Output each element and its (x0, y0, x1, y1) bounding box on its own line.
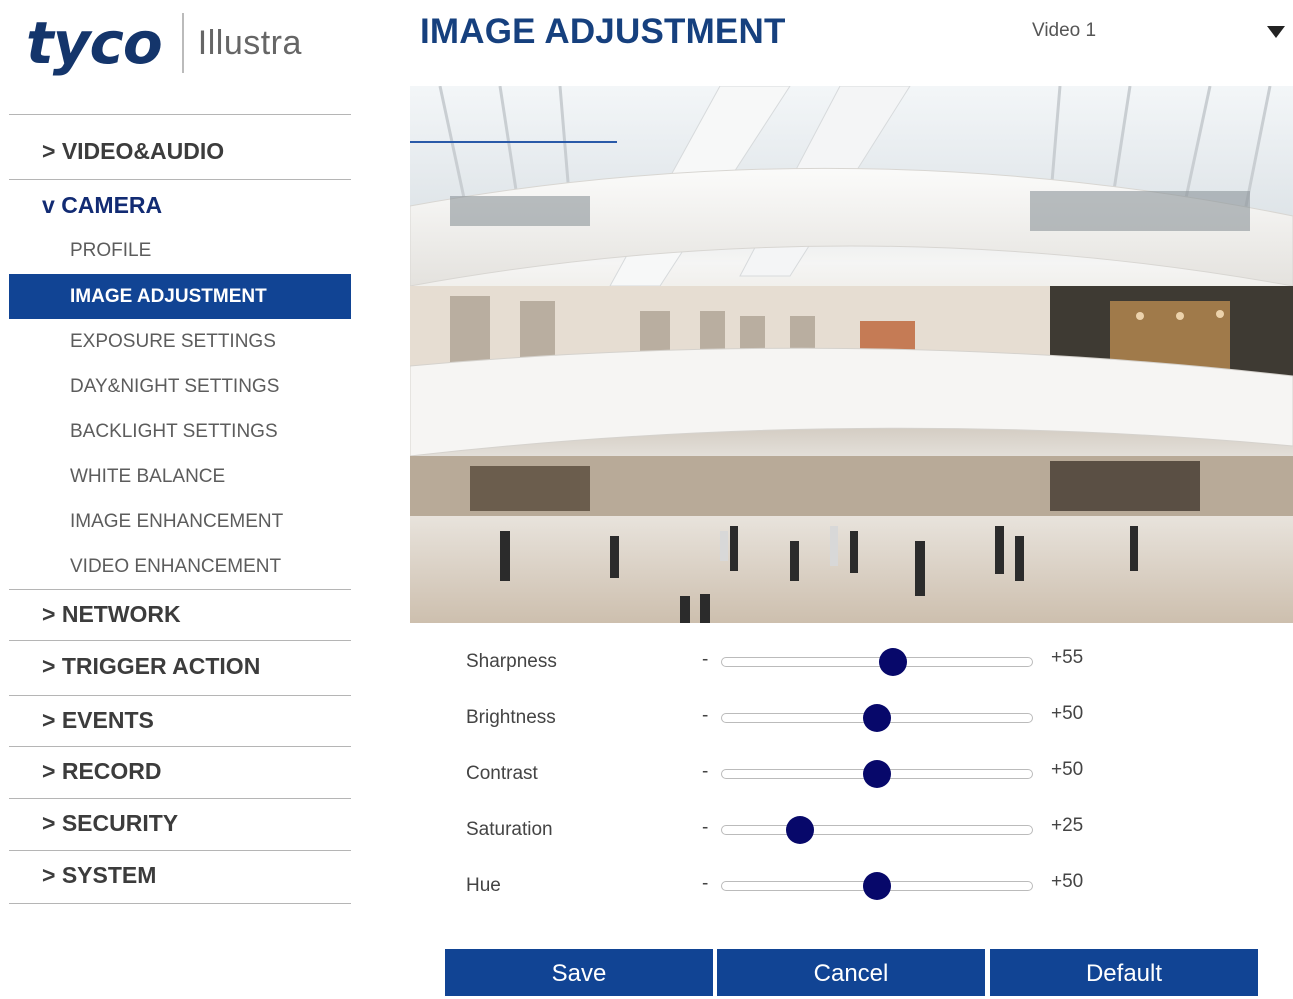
sidebar-section-record[interactable]: > RECORD (9, 747, 351, 798)
slider-value: +50 (1051, 871, 1084, 892)
minus-sign: - (702, 873, 709, 894)
slider-label: Hue (466, 875, 501, 896)
save-button[interactable]: Save (445, 949, 713, 996)
cancel-button[interactable]: Cancel (717, 949, 985, 996)
slider-thumb[interactable] (878, 648, 907, 676)
sidebar-section-trigger-action[interactable]: > TRIGGER ACTION (9, 641, 351, 695)
sidebar-section-video-audio[interactable]: > VIDEO&AUDIO (9, 115, 351, 179)
brightness-slider[interactable] (721, 704, 1033, 732)
minus-sign: - (702, 761, 709, 782)
slider-label: Saturation (466, 819, 553, 840)
default-button[interactable]: Default (990, 949, 1258, 996)
hue-slider[interactable] (721, 872, 1033, 900)
sidebar-section-camera[interactable]: v CAMERA (9, 180, 351, 229)
sidebar-section-network[interactable]: > NETWORK (9, 590, 351, 640)
sidebar-item-image-adjustment[interactable]: IMAGE ADJUSTMENT (9, 274, 351, 319)
slider-thumb[interactable] (863, 872, 891, 900)
section-label: > TRIGGER ACTION (42, 653, 261, 679)
sidebar-item-exposure-settings[interactable]: EXPOSURE SETTINGS (9, 319, 351, 364)
section-label: > SYSTEM (42, 862, 157, 888)
slider-row-saturation: Saturation - +25 (466, 815, 1166, 845)
logo: tyco Illustra (26, 8, 302, 78)
sidebar-item-video-enhancement[interactable]: VIDEO ENHANCEMENT (9, 544, 351, 589)
sidebar-item-profile[interactable]: PROFILE (9, 229, 351, 274)
section-label: > NETWORK (42, 601, 181, 627)
sidebar-item-white-balance[interactable]: WHITE BALANCE (9, 454, 351, 499)
sidebar-item-image-enhancement[interactable]: IMAGE ENHANCEMENT (9, 499, 351, 544)
contrast-slider[interactable] (721, 760, 1033, 788)
minus-sign: - (702, 705, 709, 726)
slider-thumb[interactable] (863, 704, 891, 732)
mall-atrium-image (410, 86, 1293, 623)
section-label: > RECORD (42, 758, 162, 784)
slider-value: +50 (1051, 703, 1084, 724)
sidebar-nav: > VIDEO&AUDIO v CAMERA PROFILE IMAGE ADJ… (9, 114, 351, 904)
slider-label: Contrast (466, 763, 538, 784)
slider-row-hue: Hue - +50 (466, 871, 1166, 901)
slider-row-contrast: Contrast - +50 (466, 759, 1166, 789)
saturation-slider[interactable] (721, 816, 1033, 844)
sidebar-section-system[interactable]: > SYSTEM (9, 851, 351, 903)
slider-value: +50 (1051, 759, 1084, 780)
video-select[interactable]: Video 1 (1032, 20, 1096, 42)
sidebar-item-day-night-settings[interactable]: DAY&NIGHT SETTINGS (9, 364, 351, 409)
sharpness-slider[interactable] (721, 648, 1033, 676)
divider (9, 903, 351, 904)
slider-thumb[interactable] (785, 816, 814, 844)
section-label: > VIDEO&AUDIO (42, 138, 225, 164)
camera-preview (410, 86, 1293, 623)
minus-sign: - (702, 649, 709, 670)
slider-value: +55 (1051, 647, 1084, 668)
sidebar-section-events[interactable]: > EVENTS (9, 696, 351, 746)
slider-value: +25 (1051, 815, 1084, 836)
dropdown-caret-icon[interactable] (1267, 26, 1285, 38)
section-label: v CAMERA (42, 192, 163, 218)
sidebar-item-backlight-settings[interactable]: BACKLIGHT SETTINGS (9, 409, 351, 454)
section-label: > EVENTS (42, 707, 154, 733)
logo-brand: tyco (26, 9, 163, 77)
minus-sign: - (702, 817, 709, 838)
section-label: > SECURITY (42, 810, 179, 836)
slider-thumb[interactable] (863, 760, 891, 788)
slider-label: Sharpness (466, 651, 557, 672)
sidebar-section-security[interactable]: > SECURITY (9, 799, 351, 850)
slider-row-sharpness: Sharpness - +55 (466, 647, 1166, 677)
page-title: IMAGE ADJUSTMENT (420, 12, 786, 51)
slider-row-brightness: Brightness - +50 (466, 703, 1166, 733)
logo-product: Illustra (197, 23, 302, 62)
logo-separator (181, 13, 184, 73)
slider-label: Brightness (466, 707, 556, 728)
